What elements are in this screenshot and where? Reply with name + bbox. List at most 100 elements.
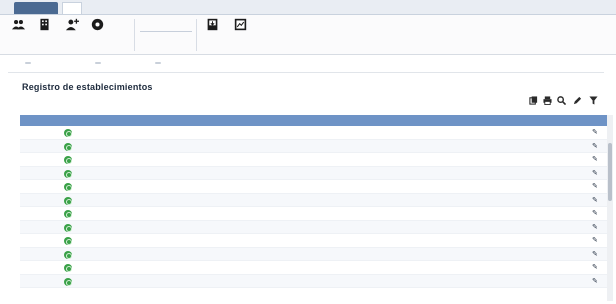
- ribbon-search-field-2[interactable]: [140, 37, 192, 44]
- table-cell[interactable]: [20, 167, 62, 180]
- column-header[interactable]: [328, 115, 378, 126]
- edit-row-icon[interactable]: ✎: [592, 197, 600, 204]
- ribbon-button-add-user[interactable]: [60, 18, 84, 46]
- table-cell: [380, 234, 430, 247]
- filter-3[interactable]: [152, 58, 161, 68]
- table-cell[interactable]: [74, 153, 184, 166]
- tab-2[interactable]: [85, 2, 119, 14]
- table-row[interactable]: ✎: [20, 261, 608, 275]
- ribbon-button-export[interactable]: [200, 18, 224, 46]
- table-cell[interactable]: [20, 153, 62, 166]
- ribbon-search-field[interactable]: [140, 25, 192, 32]
- table-cell: [380, 221, 430, 234]
- copy-icon[interactable]: [528, 96, 538, 106]
- table-cell[interactable]: [20, 207, 62, 220]
- ribbon-button-report[interactable]: [228, 18, 252, 46]
- table-cell: [432, 126, 484, 139]
- edit-row-icon[interactable]: ✎: [592, 210, 600, 217]
- edit-row-icon[interactable]: ✎: [592, 156, 600, 163]
- table-row[interactable]: ✎: [20, 139, 608, 153]
- table-row[interactable]: ✎: [20, 234, 608, 248]
- column-header[interactable]: [20, 115, 62, 126]
- table-cell: [186, 234, 238, 247]
- pencil-icon[interactable]: [572, 96, 582, 106]
- tab-active[interactable]: [62, 2, 82, 14]
- table-row[interactable]: ✎: [20, 220, 608, 234]
- edit-row-icon[interactable]: ✎: [592, 224, 600, 231]
- table-cell[interactable]: [74, 261, 184, 274]
- table-row[interactable]: ✎: [20, 153, 608, 167]
- table-cell[interactable]: [20, 180, 62, 193]
- table-cell: [240, 207, 326, 220]
- edit-row-icon[interactable]: ✎: [592, 251, 600, 258]
- edit-row-icon[interactable]: ✎: [592, 264, 600, 271]
- table-row[interactable]: ✎: [20, 207, 608, 221]
- print-icon[interactable]: [542, 96, 552, 106]
- edit-row-icon[interactable]: ✎: [592, 129, 600, 136]
- table-cell[interactable]: [74, 180, 184, 193]
- table-cell[interactable]: [20, 261, 62, 274]
- table-cell[interactable]: [74, 167, 184, 180]
- filter-2[interactable]: [92, 58, 101, 68]
- table-cell[interactable]: [20, 194, 62, 207]
- filter-value[interactable]: [155, 62, 161, 64]
- table-cell: [432, 207, 484, 220]
- table-row[interactable]: ✎: [20, 166, 608, 180]
- table-row[interactable]: ✎: [20, 180, 608, 194]
- column-header[interactable]: [186, 115, 238, 126]
- table-cell[interactable]: [20, 140, 62, 153]
- edit-row-icon[interactable]: ✎: [592, 143, 600, 150]
- ribbon-button-target[interactable]: [85, 18, 109, 46]
- scrollbar-thumb[interactable]: [608, 143, 612, 201]
- edit-row-icon[interactable]: ✎: [592, 183, 600, 190]
- table-cell[interactable]: [74, 234, 184, 247]
- filter-value[interactable]: [95, 62, 101, 64]
- filter-1[interactable]: [22, 58, 31, 68]
- table-cell[interactable]: [20, 248, 62, 261]
- table-cell[interactable]: [20, 234, 62, 247]
- table-cell[interactable]: [74, 126, 184, 139]
- table-cell[interactable]: [74, 140, 184, 153]
- table-cell[interactable]: [74, 207, 184, 220]
- search-icon[interactable]: [556, 96, 566, 106]
- table-row[interactable]: ✎: [20, 193, 608, 207]
- table-cell[interactable]: [20, 275, 62, 288]
- table-cell: [486, 167, 532, 180]
- edit-row-icon[interactable]: ✎: [592, 278, 600, 285]
- table-cell: [432, 153, 484, 166]
- table-cell: [328, 221, 378, 234]
- table-cell: [380, 140, 430, 153]
- table-row[interactable]: ✎: [20, 247, 608, 261]
- table-cell: [380, 275, 430, 288]
- ribbon-button-people[interactable]: [6, 18, 30, 46]
- table-cell[interactable]: [20, 221, 62, 234]
- table-cell[interactable]: [74, 275, 184, 288]
- ribbon-button-establishments[interactable]: [32, 18, 56, 46]
- table-cell: [380, 153, 430, 166]
- column-header[interactable]: [534, 115, 584, 126]
- tab-3[interactable]: [120, 2, 138, 14]
- table-cell: [186, 221, 238, 234]
- table-cell[interactable]: [74, 194, 184, 207]
- edit-row-icon[interactable]: ✎: [592, 170, 600, 177]
- column-header[interactable]: [240, 115, 326, 126]
- table-cell[interactable]: [74, 248, 184, 261]
- filter-icon[interactable]: [588, 96, 598, 106]
- establishments-table: ✎ ✎ ✎ ✎ ✎ ✎ ✎ ✎ ✎ ✎ ✎ ✎: [20, 115, 608, 288]
- table-cell: [240, 234, 326, 247]
- filter-value[interactable]: [25, 62, 31, 64]
- table-cell: [432, 167, 484, 180]
- table-cell: [380, 194, 430, 207]
- table-cell[interactable]: [20, 126, 62, 139]
- edit-row-icon[interactable]: ✎: [592, 237, 600, 244]
- tab-4[interactable]: [142, 2, 162, 14]
- column-header[interactable]: [486, 115, 532, 126]
- table-cell: [432, 140, 484, 153]
- table-row[interactable]: ✎: [20, 126, 608, 140]
- column-header[interactable]: [432, 115, 484, 126]
- table-row[interactable]: ✎: [20, 274, 608, 288]
- column-header[interactable]: [380, 115, 430, 126]
- tab-home[interactable]: [14, 2, 58, 14]
- column-header[interactable]: [64, 115, 184, 126]
- table-cell[interactable]: [74, 221, 184, 234]
